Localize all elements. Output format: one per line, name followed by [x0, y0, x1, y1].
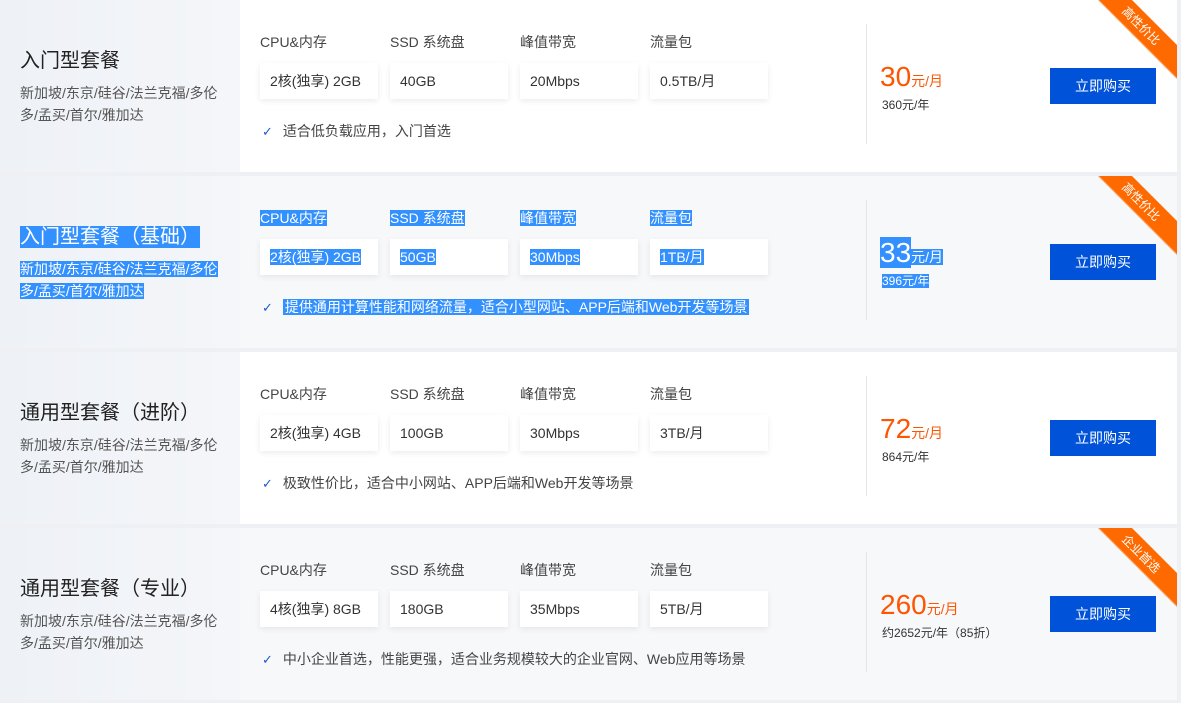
spec-label-text: 流量包	[650, 210, 692, 226]
spec-label-traffic: 流量包	[650, 34, 692, 50]
spec-label-text: 峰值带宽	[520, 210, 576, 226]
plan-title-text: 入门型套餐（基础）	[20, 226, 200, 248]
plan-price: 260元/月	[880, 588, 959, 627]
spec-label-bandwidth: 峰值带宽	[520, 562, 576, 578]
plan-regions: 新加坡/东京/硅谷/法兰克福/多伦多/孟买/首尔/雅加达	[20, 613, 218, 651]
plan-regions-text: 新加坡/东京/硅谷/法兰克福/多伦多/孟买/首尔/雅加达	[20, 261, 218, 299]
plan-summary: 入门型套餐（基础） 新加坡/东京/硅谷/法兰克福/多伦多/孟买/首尔/雅加达	[0, 176, 240, 348]
spec-value-cpu: 4核(独享) 8GB	[260, 591, 378, 627]
plan-summary: 入门型套餐 新加坡/东京/硅谷/法兰克福/多伦多/孟买/首尔/雅加达	[0, 0, 240, 172]
spec-label-disk: SSD 系统盘	[390, 562, 465, 578]
plan-title: 入门型套餐（基础）	[20, 224, 200, 250]
plan-description: ✓ 极致性价比，适合中小网站、APP后端和Web开发等场景	[262, 474, 633, 493]
plan-title: 通用型套餐（专业）	[20, 578, 200, 600]
plan-price: 72元/月	[880, 412, 943, 451]
spec-value-text: 1TB/月	[660, 249, 704, 265]
spec-value-traffic: 1TB/月	[650, 239, 768, 275]
plan-card: 通用型套餐（进阶） 新加坡/东京/硅谷/法兰克福/多伦多/孟买/首尔/雅加达 C…	[0, 352, 1177, 524]
price-unit: 元/月	[926, 601, 959, 617]
spec-label-bandwidth: 峰值带宽	[520, 208, 576, 228]
plan-description-text: 适合低负载应用，入门首选	[282, 123, 451, 139]
plan-price: 30元/月	[880, 60, 943, 99]
spec-label-disk: SSD 系统盘	[390, 386, 465, 402]
spec-label-cpu: CPU&内存	[260, 386, 327, 402]
checkmark-icon: ✓	[262, 124, 273, 139]
spec-value-bandwidth: 20Mbps	[520, 63, 638, 99]
spec-label-bandwidth: 峰值带宽	[520, 34, 576, 50]
plan-card: 入门型套餐 新加坡/东京/硅谷/法兰克福/多伦多/孟买/首尔/雅加达 CPU&内…	[0, 0, 1177, 172]
spec-value-text: 50GB	[400, 249, 436, 265]
divider	[866, 200, 867, 320]
spec-label-traffic: 流量包	[650, 208, 692, 228]
plan-regions: 新加坡/东京/硅谷/法兰克福/多伦多/孟买/首尔/雅加达	[20, 437, 218, 475]
yearly-price: 864元/年	[882, 450, 930, 464]
spec-value-bandwidth: 30Mbps	[520, 415, 638, 451]
divider	[866, 24, 867, 144]
plan-card: 通用型套餐（专业） 新加坡/东京/硅谷/法兰克福/多伦多/孟买/首尔/雅加达 C…	[0, 528, 1177, 700]
buy-now-button[interactable]: 立即购买	[1050, 420, 1156, 456]
spec-label-disk: SSD 系统盘	[390, 208, 465, 228]
plan-description: ✓ 中小企业首选，性能更强，适合业务规模较大的企业官网、Web应用等场景	[262, 650, 745, 669]
spec-label-text: SSD 系统盘	[390, 210, 465, 226]
spec-value-text: 30Mbps	[530, 249, 580, 265]
plan-regions: 新加坡/东京/硅谷/法兰克福/多伦多/孟买/首尔/雅加达	[20, 258, 230, 302]
yearly-price-text: 396元/年	[882, 274, 930, 288]
plan-summary: 通用型套餐（进阶） 新加坡/东京/硅谷/法兰克福/多伦多/孟买/首尔/雅加达	[0, 352, 240, 524]
price-unit: 元/月	[911, 73, 944, 89]
spec-value-cpu: 2核(独享) 4GB	[260, 415, 378, 451]
checkmark-icon: ✓	[262, 476, 273, 491]
spec-value-traffic: 0.5TB/月	[650, 63, 768, 99]
price-unit: 元/月	[911, 249, 944, 265]
plan-description: ✓ 提供通用计算性能和网络流量，适合小型网站、APP后端和Web开发等场景	[262, 298, 750, 317]
spec-label-bandwidth: 峰值带宽	[520, 386, 576, 402]
price-amount: 33	[880, 237, 912, 268]
spec-value-text: 2核(独享) 2GB	[270, 249, 362, 265]
price-amount: 72	[880, 413, 912, 444]
price-amount: 30	[880, 61, 912, 92]
yearly-price: 360元/年	[882, 98, 930, 112]
plan-summary: 通用型套餐（专业） 新加坡/东京/硅谷/法兰克福/多伦多/孟买/首尔/雅加达	[0, 528, 240, 700]
plan-regions: 新加坡/东京/硅谷/法兰克福/多伦多/孟买/首尔/雅加达	[20, 85, 218, 123]
buy-now-button[interactable]: 立即购买	[1050, 244, 1156, 280]
spec-value-bandwidth: 35Mbps	[520, 591, 638, 627]
spec-value-traffic: 3TB/月	[650, 415, 768, 451]
spec-value-disk: 40GB	[390, 63, 508, 99]
checkmark-icon: ✓	[262, 300, 273, 315]
checkmark-icon: ✓	[262, 652, 273, 667]
plan-description-text: 极致性价比，适合中小网站、APP后端和Web开发等场景	[282, 475, 634, 491]
buy-now-button[interactable]: 立即购买	[1050, 68, 1156, 104]
yearly-price: 396元/年	[882, 272, 930, 289]
spec-label-cpu: CPU&内存	[260, 34, 327, 50]
spec-value-disk: 180GB	[390, 591, 508, 627]
buy-now-button[interactable]: 立即购买	[1050, 596, 1156, 632]
spec-label-traffic: 流量包	[650, 386, 692, 402]
divider	[866, 552, 867, 672]
spec-value-traffic: 5TB/月	[650, 591, 768, 627]
spec-label-text: CPU&内存	[260, 210, 327, 226]
spec-label-traffic: 流量包	[650, 562, 692, 578]
spec-label-cpu: CPU&内存	[260, 208, 327, 228]
spec-value-cpu: 2核(独享) 2GB	[260, 63, 378, 99]
spec-value-disk: 50GB	[390, 239, 508, 275]
spec-value-cpu: 2核(独享) 2GB	[260, 239, 378, 275]
plan-description-text: 提供通用计算性能和网络流量，适合小型网站、APP后端和Web开发等场景	[282, 299, 750, 315]
plan-card: 入门型套餐（基础） 新加坡/东京/硅谷/法兰克福/多伦多/孟买/首尔/雅加达 C…	[0, 176, 1177, 348]
price-amount: 260	[880, 589, 927, 620]
plan-description-text: 中小企业首选，性能更强，适合业务规模较大的企业官网、Web应用等场景	[282, 651, 746, 667]
plan-price: 33元/月	[880, 236, 944, 275]
plan-title: 通用型套餐（进阶）	[20, 402, 200, 424]
spec-label-cpu: CPU&内存	[260, 562, 327, 578]
spec-value-disk: 100GB	[390, 415, 508, 451]
plan-title: 入门型套餐	[20, 50, 120, 72]
divider	[866, 376, 867, 496]
spec-value-bandwidth: 30Mbps	[520, 239, 638, 275]
spec-label-disk: SSD 系统盘	[390, 34, 465, 50]
price-unit: 元/月	[911, 425, 944, 441]
yearly-price: 约2652元/年（85折）	[882, 626, 998, 640]
plan-description: ✓ 适合低负载应用，入门首选	[262, 122, 451, 141]
